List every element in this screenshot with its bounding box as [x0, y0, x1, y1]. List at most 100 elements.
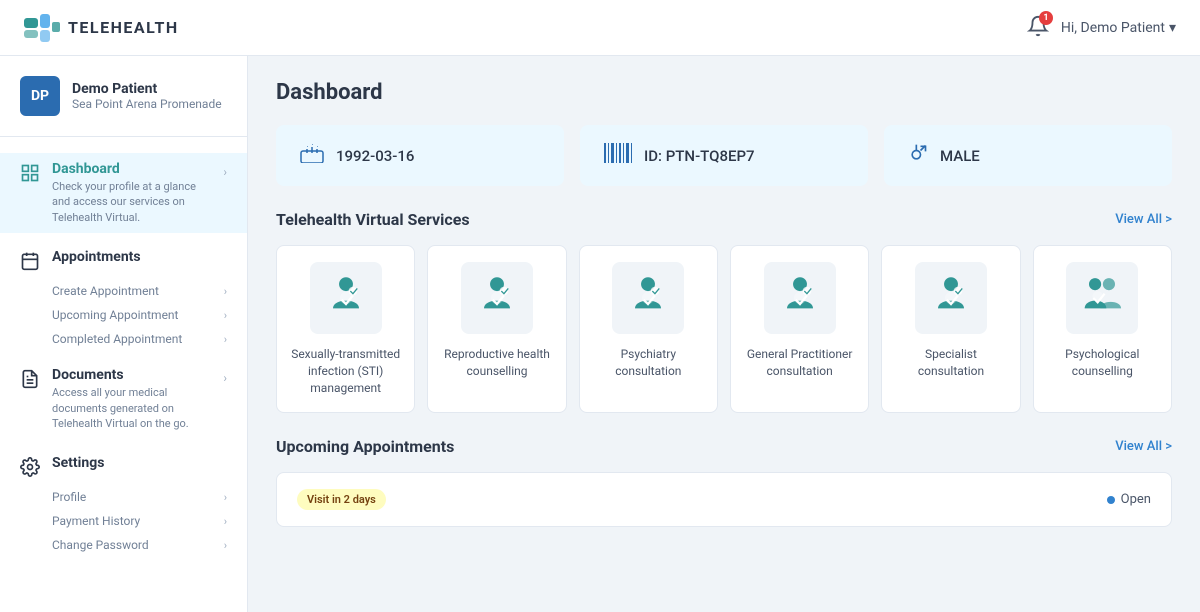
upcoming-appointment-chevron: ›	[224, 309, 227, 322]
sidebar-item-appointments[interactable]: Appointments	[0, 241, 247, 279]
nav-section-appointments: Appointments Create Appointment › Upcomi…	[0, 241, 247, 351]
sidebar-item-documents[interactable]: Documents Access all your medical docume…	[0, 359, 247, 439]
psychiatry-label: Psychiatry consultation	[592, 346, 705, 380]
reproductive-icon-box	[461, 262, 533, 334]
sidebar-sub-item-change-password[interactable]: Change Password ›	[0, 533, 247, 557]
user-name: Demo Patient	[72, 81, 222, 97]
service-card-sti[interactable]: Sexually-transmitted infection (STI) man…	[276, 245, 415, 413]
avatar: DP	[20, 76, 60, 116]
appointments-title: Upcoming Appointments	[276, 437, 454, 456]
gender-icon	[908, 143, 928, 168]
services-view-all[interactable]: View All >	[1115, 212, 1172, 227]
sti-label: Sexually-transmitted infection (STI) man…	[289, 346, 402, 396]
app-header: TELEHEALTH 1 Hi, Demo Patient ▾	[0, 0, 1200, 56]
logo-text: TELEHEALTH	[68, 18, 179, 37]
services-title: Telehealth Virtual Services	[276, 210, 470, 229]
documents-icon	[20, 369, 40, 389]
sidebar-item-settings[interactable]: Settings	[0, 447, 247, 485]
appointment-badge: Visit in 2 days	[297, 489, 386, 510]
profile-chevron: ›	[224, 491, 227, 504]
settings-icon	[20, 457, 40, 477]
user-location: Sea Point Arena Promenade	[72, 97, 222, 111]
create-appointment-chevron: ›	[224, 285, 227, 298]
stat-card-dob: 1992-03-16	[276, 125, 564, 186]
create-appointment-label: Create Appointment	[52, 284, 159, 298]
settings-nav-content: Settings	[52, 455, 227, 471]
sidebar-item-dashboard[interactable]: Dashboard Check your profile at a glance…	[0, 153, 247, 233]
documents-chevron: ›	[223, 371, 227, 385]
documents-description: Access all your medical documents genera…	[52, 385, 211, 431]
documents-nav-content: Documents Access all your medical docume…	[52, 367, 211, 431]
sidebar-sub-item-create-appointment[interactable]: Create Appointment ›	[0, 279, 247, 303]
logo-icon	[24, 14, 60, 42]
sidebar-sub-item-payment-history[interactable]: Payment History ›	[0, 509, 247, 533]
services-grid: Sexually-transmitted infection (STI) man…	[276, 245, 1172, 413]
appointments-nav-content: Appointments	[52, 249, 227, 265]
dashboard-icon	[20, 163, 40, 183]
appointment-status: Open	[1107, 492, 1151, 507]
documents-label: Documents	[52, 367, 211, 383]
logo: TELEHEALTH	[24, 14, 179, 42]
sidebar-sub-item-profile[interactable]: Profile ›	[0, 485, 247, 509]
user-profile: DP Demo Patient Sea Point Arena Promenad…	[0, 76, 247, 137]
stat-card-id: ID: PTN-TQ8EP7	[580, 125, 868, 186]
main-content: Dashboard 1992-03-16	[248, 56, 1200, 612]
services-section-header: Telehealth Virtual Services View All >	[276, 210, 1172, 229]
appointments-section: Upcoming Appointments View All > Visit i…	[276, 437, 1172, 527]
id-value: ID: PTN-TQ8EP7	[644, 147, 755, 165]
psychological-icon-box	[1066, 262, 1138, 334]
appointments-label: Appointments	[52, 249, 227, 265]
status-dot	[1107, 496, 1115, 504]
notification-bell[interactable]: 1	[1027, 15, 1049, 41]
nav-section-documents: Documents Access all your medical docume…	[0, 359, 247, 439]
sidebar: DP Demo Patient Sea Point Arena Promenad…	[0, 56, 248, 612]
birthday-icon	[300, 143, 324, 168]
service-card-gp[interactable]: General Practitioner consultation	[730, 245, 869, 413]
sidebar-sub-item-upcoming-appointment[interactable]: Upcoming Appointment ›	[0, 303, 247, 327]
sidebar-sub-item-completed-appointment[interactable]: Completed Appointment ›	[0, 327, 247, 351]
gp-icon-box	[764, 262, 836, 334]
page-title: Dashboard	[276, 80, 1172, 105]
notification-badge: 1	[1039, 11, 1053, 25]
reproductive-label: Reproductive health counselling	[440, 346, 553, 380]
appointment-card: Visit in 2 days Open	[276, 472, 1172, 527]
payment-history-label: Payment History	[52, 514, 140, 528]
service-card-psychiatry[interactable]: Psychiatry consultation	[579, 245, 718, 413]
settings-label: Settings	[52, 455, 227, 471]
appointments-section-header: Upcoming Appointments View All >	[276, 437, 1172, 456]
dashboard-nav-content: Dashboard Check your profile at a glance…	[52, 161, 211, 225]
dashboard-description: Check your profile at a glance and acces…	[52, 179, 211, 225]
appointments-icon	[20, 251, 40, 271]
completed-appointment-label: Completed Appointment	[52, 332, 182, 346]
change-password-chevron: ›	[224, 539, 227, 552]
user-info: Demo Patient Sea Point Arena Promenade	[72, 81, 222, 111]
psychiatry-icon-box	[612, 262, 684, 334]
appointment-status-text: Open	[1121, 492, 1151, 507]
payment-history-chevron: ›	[224, 515, 227, 528]
completed-appointment-chevron: ›	[224, 333, 227, 346]
dashboard-chevron: ›	[223, 165, 227, 179]
sti-icon-box	[310, 262, 382, 334]
specialist-label: Specialist consultation	[894, 346, 1007, 380]
service-card-specialist[interactable]: Specialist consultation	[881, 245, 1020, 413]
specialist-icon-box	[915, 262, 987, 334]
user-greeting[interactable]: Hi, Demo Patient ▾	[1061, 20, 1176, 36]
nav-section-settings: Settings Profile › Payment History › Cha…	[0, 447, 247, 557]
dashboard-label: Dashboard	[52, 161, 211, 177]
service-card-reproductive[interactable]: Reproductive health counselling	[427, 245, 566, 413]
stat-card-gender: MALE	[884, 125, 1172, 186]
app-layout: DP Demo Patient Sea Point Arena Promenad…	[0, 56, 1200, 612]
barcode-icon	[604, 143, 632, 168]
upcoming-appointment-label: Upcoming Appointment	[52, 308, 179, 322]
header-right: 1 Hi, Demo Patient ▾	[1027, 15, 1176, 41]
stats-row: 1992-03-16 ID: PTN-TQ8EP7	[276, 125, 1172, 186]
change-password-label: Change Password	[52, 538, 149, 552]
service-card-psychological[interactable]: Psychological counselling	[1033, 245, 1172, 413]
gender-value: MALE	[940, 147, 980, 165]
psychological-label: Psychological counselling	[1046, 346, 1159, 380]
nav-section-dashboard: Dashboard Check your profile at a glance…	[0, 153, 247, 233]
profile-label: Profile	[52, 490, 86, 504]
gp-label: General Practitioner consultation	[743, 346, 856, 380]
dob-value: 1992-03-16	[336, 147, 414, 165]
appointments-view-all[interactable]: View All >	[1115, 439, 1172, 454]
